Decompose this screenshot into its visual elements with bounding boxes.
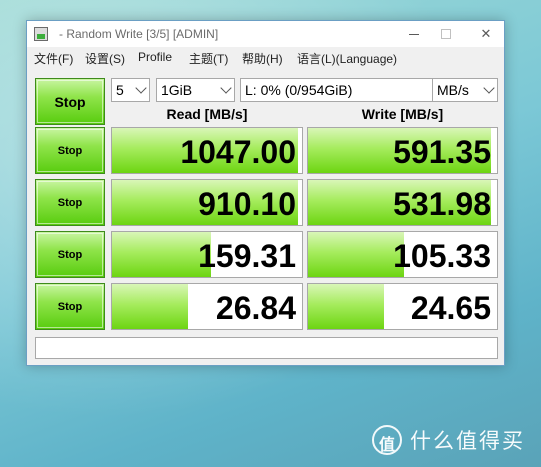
menu-settings[interactable]: 设置(S) xyxy=(85,50,125,67)
maximize-icon xyxy=(441,29,451,39)
crystaldiskmark-window: - Random Write [3/5] [ADMIN] ✕ 文件(F) 设置(… xyxy=(26,20,505,366)
write-result-cell: 531.98 xyxy=(307,179,498,226)
stop-row-button[interactable]: Stop xyxy=(35,179,105,226)
comment-input[interactable] xyxy=(35,337,498,359)
menu-profile[interactable]: Profile xyxy=(138,50,172,64)
unit-select[interactable]: MB/s xyxy=(432,78,498,102)
stop-row-button[interactable]: Stop xyxy=(35,283,105,330)
title-bar[interactable]: - Random Write [3/5] [ADMIN] ✕ xyxy=(27,21,504,47)
read-level-bar xyxy=(112,232,211,277)
stop-row-button[interactable]: Stop xyxy=(35,231,105,278)
watermark-logo-icon: 值 xyxy=(372,425,402,455)
maximize-button[interactable] xyxy=(431,21,461,47)
write-result-cell: 24.65 xyxy=(307,283,498,330)
write-result-value: 105.33 xyxy=(393,238,491,274)
read-result-value: 1047.00 xyxy=(180,134,296,170)
stop-row-button[interactable]: Stop xyxy=(35,127,105,174)
read-result-value: 26.84 xyxy=(215,290,296,326)
read-result-value: 910.10 xyxy=(198,186,296,222)
read-result-cell: 910.10 xyxy=(111,179,303,226)
minimize-button[interactable] xyxy=(399,21,429,47)
read-result-value: 159.31 xyxy=(198,238,296,274)
stop-all-button[interactable]: Stop xyxy=(35,78,105,125)
watermark: 值 什么值得买 xyxy=(372,420,525,460)
app-icon xyxy=(34,27,48,41)
close-icon: ✕ xyxy=(480,26,492,41)
menu-help[interactable]: 帮助(H) xyxy=(242,50,283,67)
write-result-cell: 591.35 xyxy=(307,127,498,174)
read-header: Read [MB/s] xyxy=(166,106,248,122)
menu-bar: 文件(F) 设置(S) Profile 主题(T) 帮助(H) 语言(L)(La… xyxy=(27,47,504,67)
write-level-bar xyxy=(308,284,384,329)
close-button[interactable]: ✕ xyxy=(471,21,501,47)
read-result-cell: 159.31 xyxy=(111,231,303,278)
write-result-value: 24.65 xyxy=(410,290,491,326)
read-level-bar xyxy=(112,284,188,329)
chevron-down-icon xyxy=(483,82,495,94)
test-size-value: 1GiB xyxy=(161,82,193,98)
drive-select[interactable]: L: 0% (0/954GiB) xyxy=(240,78,451,102)
watermark-text: 什么值得买 xyxy=(410,429,525,453)
minimize-icon xyxy=(409,34,419,35)
menu-theme[interactable]: 主题(T) xyxy=(189,50,228,67)
chevron-down-icon xyxy=(135,82,147,94)
menu-language[interactable]: 语言(L)(Language) xyxy=(297,50,397,67)
write-result-cell: 105.33 xyxy=(307,231,498,278)
test-count-value: 5 xyxy=(116,82,124,98)
chevron-down-icon xyxy=(220,82,232,94)
unit-value: MB/s xyxy=(437,82,469,98)
read-result-cell: 26.84 xyxy=(111,283,303,330)
test-count-select[interactable]: 5 xyxy=(111,78,150,102)
drive-value: L: 0% (0/954GiB) xyxy=(245,82,353,98)
write-header: Write [MB/s] xyxy=(361,106,444,122)
write-level-bar xyxy=(308,232,405,277)
write-result-value: 531.98 xyxy=(393,186,491,222)
write-result-value: 591.35 xyxy=(393,134,491,170)
window-title: - Random Write [3/5] [ADMIN] xyxy=(59,27,219,41)
test-size-select[interactable]: 1GiB xyxy=(156,78,235,102)
read-result-cell: 1047.00 xyxy=(111,127,303,174)
menu-file[interactable]: 文件(F) xyxy=(34,50,73,67)
